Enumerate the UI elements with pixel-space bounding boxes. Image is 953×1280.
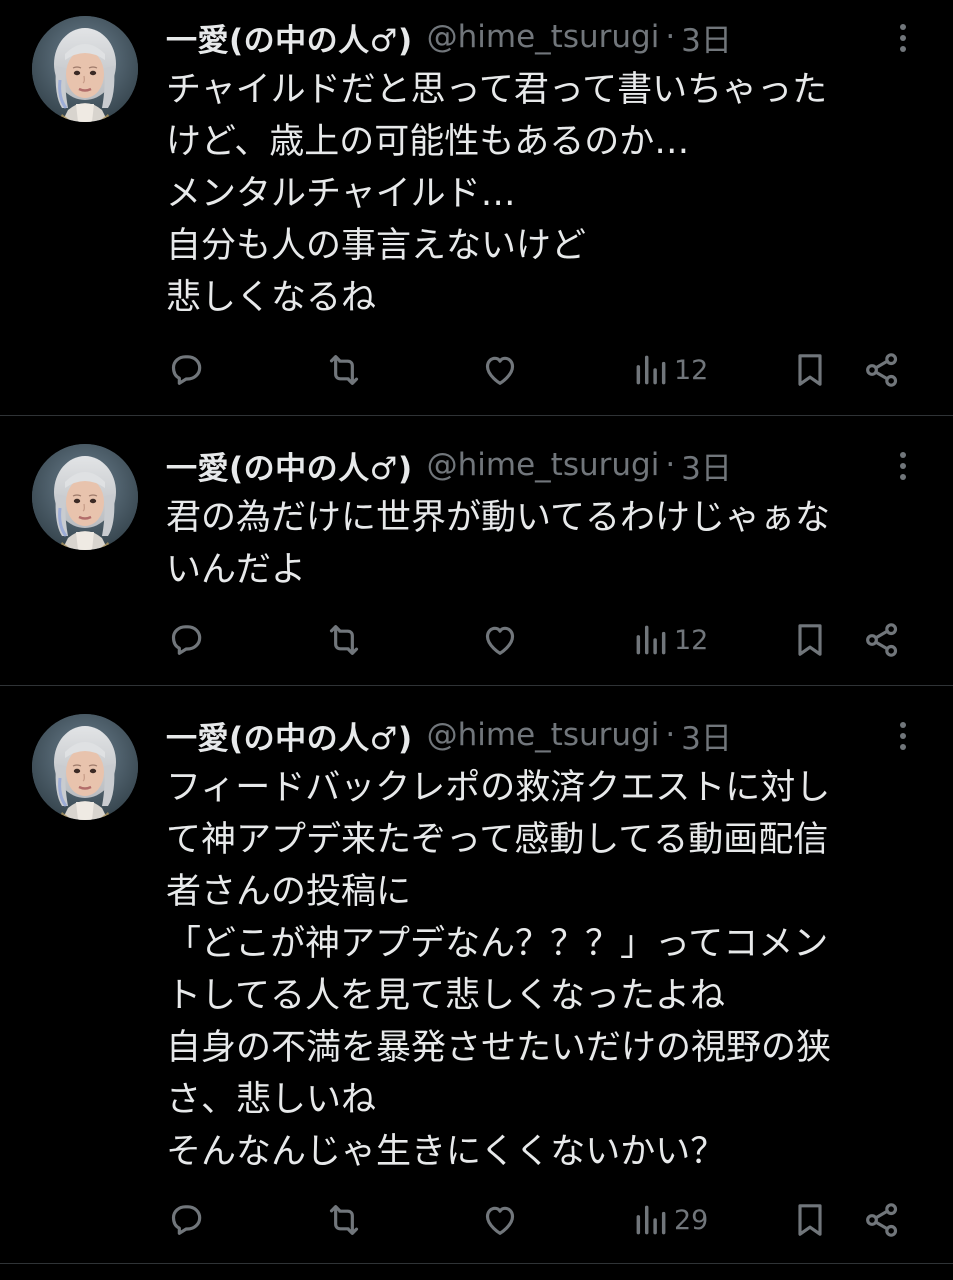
timestamp[interactable]: 3日 bbox=[681, 443, 732, 488]
views-count: 29 bbox=[674, 1204, 709, 1236]
bookmark-button[interactable] bbox=[790, 348, 830, 392]
avatar[interactable] bbox=[32, 444, 138, 550]
share-button[interactable] bbox=[862, 1198, 902, 1242]
avatar-image bbox=[32, 714, 138, 820]
tweet-text-line: チャイルドだと思って君って書いちゃった bbox=[166, 70, 828, 110]
tweet-header: 一愛(の中の人♂) @hime_tsurugi · 3日 bbox=[166, 14, 913, 60]
more-dots-icon[interactable] bbox=[891, 716, 915, 756]
tweet-text-line: 自身の不満を暴発させたいだけの視野の狭 bbox=[166, 1028, 832, 1068]
share-icon bbox=[866, 353, 898, 387]
views-chart-icon bbox=[636, 1205, 666, 1235]
tweet-text-line: 者さんの投稿に bbox=[166, 872, 412, 912]
tweet-text: チャイルドだと思って君って書いちゃった けど、歳上の可能性もあるのか… メンタル… bbox=[166, 64, 923, 324]
bookmark-icon bbox=[798, 1204, 822, 1236]
tweet-header: 一愛(の中の人♂) @hime_tsurugi · 3日 bbox=[166, 712, 913, 758]
more-dots-icon[interactable] bbox=[891, 446, 915, 486]
retweet-icon bbox=[329, 355, 359, 385]
tweet-header: 一愛(の中の人♂) @hime_tsurugi · 3日 bbox=[166, 442, 913, 488]
retweet-button[interactable] bbox=[324, 348, 364, 392]
views-count: 12 bbox=[674, 354, 709, 386]
tweet-text-line: メンタルチャイルド… bbox=[166, 174, 516, 214]
tweet-text: 君の為だけに世界が動いてるわけじゃぁな いんだよ bbox=[166, 492, 923, 596]
tweet-text-line: て神アプデ来たぞって感動してる動画配信 bbox=[166, 820, 829, 860]
action-bar: 12 bbox=[166, 348, 926, 392]
tweet-text-line: いんだよ bbox=[166, 550, 307, 590]
more-dots-icon[interactable] bbox=[891, 18, 915, 58]
avatar[interactable] bbox=[32, 16, 138, 122]
tweet-text-line: そんなんじゃ生きにくくないかい？ bbox=[166, 1132, 726, 1172]
bookmark-icon bbox=[798, 624, 822, 656]
share-icon bbox=[866, 1203, 898, 1237]
timestamp[interactable]: 3日 bbox=[681, 15, 732, 60]
separator-dot: · bbox=[665, 19, 676, 55]
bookmark-button[interactable] bbox=[790, 618, 830, 662]
avatar-image bbox=[32, 16, 138, 122]
action-bar: 12 bbox=[166, 618, 926, 662]
tweet-text-line: トしてる人を見て悲しくなったよね bbox=[166, 976, 725, 1016]
separator-dot: · bbox=[665, 717, 676, 753]
tweet[interactable]: 一愛(の中の人♂) @hime_tsurugi · 3日 チャイルドだと思って君… bbox=[0, 0, 953, 416]
reply-button[interactable] bbox=[166, 1198, 206, 1242]
like-button[interactable] bbox=[480, 348, 520, 392]
views-chart-icon bbox=[636, 355, 666, 385]
views-button[interactable]: 12 bbox=[632, 348, 708, 392]
author-name[interactable]: 一愛(の中の人♂) bbox=[166, 443, 413, 488]
tweet-text-line: フィードバックレポの救済クエストに対し bbox=[166, 768, 831, 808]
action-bar: 29 bbox=[166, 1198, 926, 1242]
share-button[interactable] bbox=[862, 348, 902, 392]
tweet-text-line: 悲しくなるね bbox=[166, 278, 377, 318]
like-button[interactable] bbox=[480, 618, 520, 662]
like-button[interactable] bbox=[480, 1198, 520, 1242]
views-count: 12 bbox=[674, 624, 709, 656]
bookmark-button[interactable] bbox=[790, 1198, 830, 1242]
bookmark-icon bbox=[798, 354, 822, 386]
author-handle[interactable]: @hime_tsurugi bbox=[427, 447, 660, 483]
timeline-feed: 一愛(の中の人♂) @hime_tsurugi · 3日 チャイルドだと思って君… bbox=[0, 0, 953, 1264]
author-name[interactable]: 一愛(の中の人♂) bbox=[166, 15, 413, 60]
tweet-text-line: 「どこが神アプデなん？？？」ってコメン bbox=[166, 924, 829, 964]
reply-icon bbox=[171, 355, 202, 385]
heart-icon bbox=[485, 1206, 515, 1235]
retweet-icon bbox=[329, 625, 359, 655]
heart-icon bbox=[485, 356, 515, 385]
tweet-text-line: さ、悲しいね bbox=[166, 1080, 377, 1120]
heart-icon bbox=[485, 626, 515, 655]
share-icon bbox=[866, 623, 898, 657]
share-button[interactable] bbox=[862, 618, 902, 662]
avatar[interactable] bbox=[32, 714, 138, 820]
author-name[interactable]: 一愛(の中の人♂) bbox=[166, 713, 413, 758]
reply-icon bbox=[171, 625, 202, 655]
tweet[interactable]: 一愛(の中の人♂) @hime_tsurugi · 3日 フィードバックレポの救… bbox=[0, 686, 953, 1264]
retweet-button[interactable] bbox=[324, 618, 364, 662]
tweet[interactable]: 一愛(の中の人♂) @hime_tsurugi · 3日 君の為だけに世界が動い… bbox=[0, 416, 953, 686]
views-button[interactable]: 29 bbox=[632, 1198, 708, 1242]
reply-icon bbox=[171, 1205, 202, 1235]
tweet-text-line: 自分も人の事言えないけど bbox=[166, 226, 587, 266]
timestamp[interactable]: 3日 bbox=[681, 713, 732, 758]
tweet-text-line: 君の為だけに世界が動いてるわけじゃぁな bbox=[166, 498, 830, 538]
reply-button[interactable] bbox=[166, 618, 206, 662]
views-chart-icon bbox=[636, 625, 666, 655]
views-button[interactable]: 12 bbox=[632, 618, 708, 662]
avatar-image bbox=[32, 444, 138, 550]
tweet-text-line: けど、歳上の可能性もあるのか… bbox=[166, 122, 690, 162]
tweet-text: フィードバックレポの救済クエストに対し て神アプデ来たぞって感動してる動画配信 … bbox=[166, 762, 923, 1178]
author-handle[interactable]: @hime_tsurugi bbox=[427, 19, 660, 55]
reply-button[interactable] bbox=[166, 348, 206, 392]
retweet-button[interactable] bbox=[324, 1198, 364, 1242]
separator-dot: · bbox=[665, 447, 676, 483]
author-handle[interactable]: @hime_tsurugi bbox=[427, 717, 660, 753]
retweet-icon bbox=[329, 1205, 359, 1235]
